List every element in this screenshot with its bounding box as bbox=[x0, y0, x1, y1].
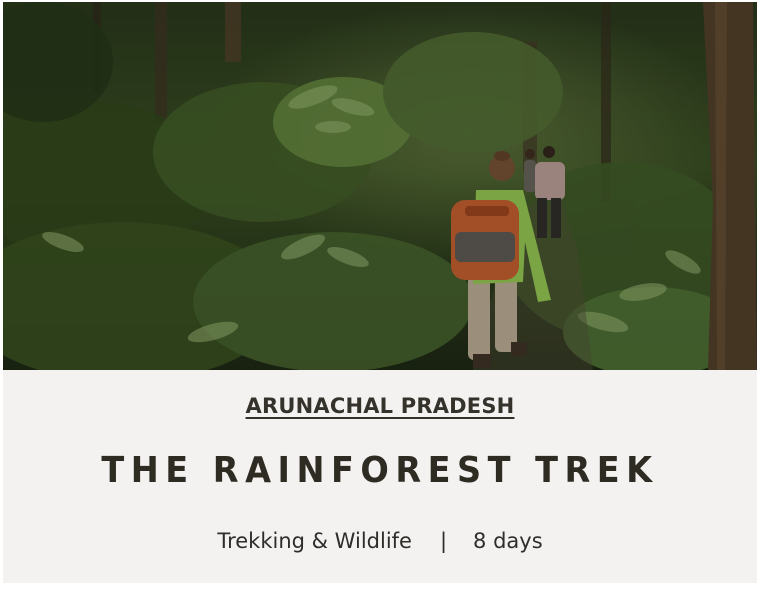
trek-card[interactable]: ARUNACHAL PRADESH THE RAINFOREST TREK Tr… bbox=[3, 2, 757, 583]
trek-meta: Trekking & Wildlife | 8 days bbox=[3, 529, 757, 553]
rainforest-photo bbox=[3, 2, 757, 370]
region-link-wrapper: ARUNACHAL PRADESH bbox=[3, 394, 757, 418]
trek-category: Trekking & Wildlife bbox=[217, 529, 412, 553]
meta-separator: | bbox=[439, 529, 448, 553]
region-link[interactable]: ARUNACHAL PRADESH bbox=[246, 394, 515, 418]
trek-title: THE RAINFOREST TREK bbox=[101, 450, 659, 491]
trek-photo[interactable] bbox=[3, 2, 757, 370]
trek-duration: 8 days bbox=[473, 529, 543, 553]
trek-info-panel: ARUNACHAL PRADESH THE RAINFOREST TREK Tr… bbox=[3, 370, 757, 583]
